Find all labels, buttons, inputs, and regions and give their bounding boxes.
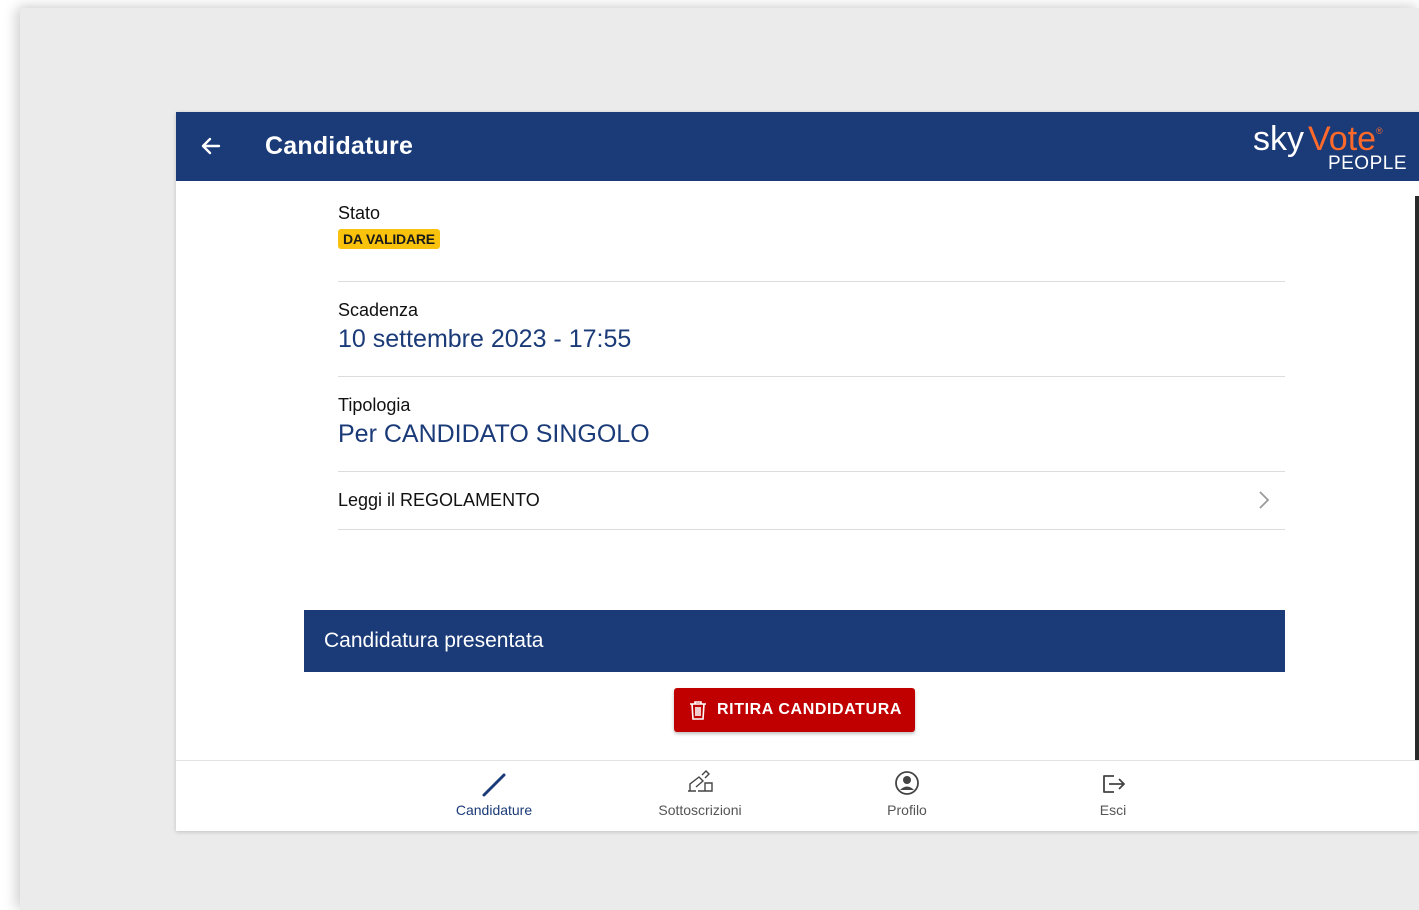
nav-item-candidature[interactable]: Candidature	[424, 769, 564, 825]
pencil-icon	[482, 773, 506, 797]
nav-label-esci: Esci	[1099, 802, 1127, 818]
withdraw-candidacy-label: RITIRA CANDIDATURA	[717, 701, 903, 718]
withdraw-candidacy-button[interactable]: RITIRA CANDIDATURA	[674, 688, 915, 732]
status-badge: DA VALIDARE	[338, 229, 440, 249]
read-rules-row[interactable]: Leggi il REGOLAMENTO	[338, 472, 1284, 529]
deadline-value: 10 settembre 2023 - 17:55	[338, 325, 632, 353]
skyvote-logo: sky Vote ® PEOPLE	[1249, 118, 1409, 176]
logo-sky: sky	[1253, 120, 1304, 158]
nav-item-sottoscrizioni[interactable]: Sottoscrizioni	[630, 769, 770, 825]
status-label: Stato	[338, 203, 381, 223]
nav-label-candidature: Candidature	[455, 802, 533, 818]
nav-label-profilo: Profilo	[887, 802, 927, 818]
logo-registered: ®	[1376, 126, 1383, 136]
chevron-right-icon	[1259, 491, 1270, 509]
nav-item-esci[interactable]: Esci	[1043, 769, 1183, 825]
logout-icon	[1103, 775, 1125, 793]
type-field: Tipologia Per CANDIDATO SINGOLO	[338, 395, 1284, 449]
divider	[338, 529, 1285, 530]
app-window: Candidature sky Vote ® PEOPLE Stato DA V…	[176, 112, 1419, 831]
submitted-banner: Candidatura presentata	[304, 610, 1285, 672]
read-rules-label: Leggi il REGOLAMENTO	[338, 490, 540, 510]
deadline-field: Scadenza 10 settembre 2023 - 17:55	[338, 300, 1284, 354]
deadline-label: Scadenza	[338, 300, 419, 320]
nav-item-profilo[interactable]: Profilo	[837, 769, 977, 825]
user-circle-icon	[895, 771, 919, 795]
nav-label-sottoscrizioni: Sottoscrizioni	[658, 802, 742, 818]
scrollbar[interactable]	[1415, 196, 1419, 762]
trash-icon	[690, 701, 706, 720]
signature-icon	[688, 770, 713, 792]
bottom-navigation: Candidature Sottoscrizioni Profilo Esci	[176, 760, 1419, 831]
divider	[338, 281, 1285, 282]
page-title: Candidature	[265, 132, 414, 160]
top-app-bar: Candidature sky Vote ® PEOPLE	[176, 112, 1419, 181]
status-field: Stato DA VALIDARE	[338, 203, 1284, 249]
type-label: Tipologia	[338, 395, 411, 415]
submitted-banner-text: Candidatura presentata	[324, 629, 544, 652]
back-button[interactable]	[198, 133, 224, 159]
logo-people: PEOPLE	[1327, 153, 1407, 174]
arrow-left-icon	[201, 137, 221, 155]
type-value: Per CANDIDATO SINGOLO	[338, 420, 650, 448]
divider	[338, 376, 1285, 377]
